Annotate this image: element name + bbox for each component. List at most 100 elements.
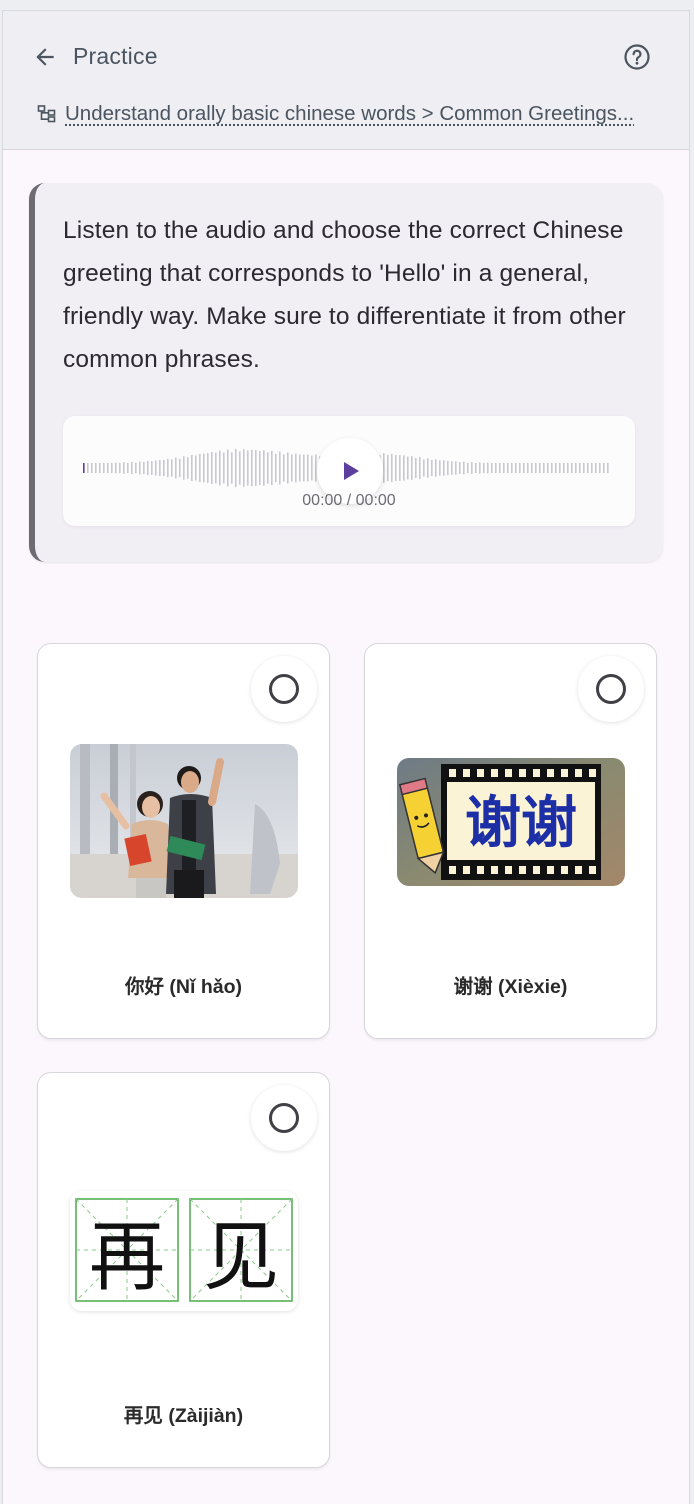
waveform-bar [195, 455, 197, 481]
radio-button[interactable] [251, 1085, 317, 1151]
waveform-bar [439, 460, 441, 476]
waveform-bar [259, 450, 261, 486]
waveform-bar [455, 461, 457, 475]
waveform-bar [551, 463, 553, 473]
waveform-bar [243, 449, 245, 487]
waveform-bar [539, 463, 541, 473]
breadcrumb: Understand orally basic chinese words > … [37, 99, 667, 129]
waveform-bar [547, 463, 549, 473]
help-button[interactable] [623, 43, 651, 71]
waveform-bar [451, 461, 453, 475]
waveform-bar [387, 454, 389, 482]
waveform-bar [443, 460, 445, 476]
waveform-bar [467, 462, 469, 474]
waveform-bar [159, 460, 161, 476]
option-card-zai-jian[interactable]: 再 见 再见 (Zàijiàn) [37, 1072, 330, 1468]
waveform-bar [579, 463, 581, 473]
waveform-bar [231, 452, 233, 484]
waveform-bar [303, 454, 305, 482]
waveform-bar [523, 462, 525, 474]
page-title: Practice [73, 43, 158, 69]
waveform-bar [207, 453, 209, 483]
waveform-bar [519, 463, 521, 473]
waveform-bar [143, 461, 145, 475]
radio-button[interactable] [251, 656, 317, 722]
waveform-bar [515, 462, 517, 474]
radio-circle-icon [269, 1103, 299, 1133]
waveform-bar [115, 462, 117, 474]
waveform-bar [479, 462, 481, 474]
waveform-bar [311, 455, 313, 481]
waveform-bar [395, 454, 397, 482]
waveform-bar [459, 462, 461, 474]
breadcrumb-link[interactable]: Understand orally basic chinese words > … [65, 102, 634, 126]
waveform-bar [423, 459, 425, 477]
waveform-bar [155, 460, 157, 476]
waveform-bar [487, 462, 489, 474]
waveform-bar [563, 463, 565, 473]
waveform-bar [163, 459, 165, 477]
option-card-ni-hao[interactable]: 你好 (Nǐ hǎo) [37, 643, 330, 1039]
waveform-bar [183, 456, 185, 480]
play-icon [344, 462, 359, 480]
zaijian-image: 再 见 [70, 1191, 298, 1311]
audio-time: 00:00 / 00:00 [302, 492, 396, 509]
waveform-bar [475, 463, 477, 473]
radio-button[interactable] [578, 656, 644, 722]
waveform-bar [119, 463, 121, 473]
waveform-bar [595, 463, 597, 473]
radio-circle-icon [596, 674, 626, 704]
waveform-bar [507, 462, 509, 474]
waveform-bar [575, 463, 577, 473]
waveform-bar [511, 463, 513, 473]
waveform-bar [127, 463, 129, 473]
waveform-bar [203, 453, 205, 483]
waveform-bar [255, 450, 257, 486]
waveform-bar [427, 458, 429, 478]
waveform-bar [267, 452, 269, 484]
waveform-bar [447, 460, 449, 476]
waveform-bar [415, 457, 417, 479]
waveform-bar [603, 463, 605, 473]
waveform-bar [383, 453, 385, 483]
waveform-bar [263, 450, 265, 486]
back-button[interactable] [29, 41, 61, 73]
waveform-bar [283, 454, 285, 482]
question-card: Listen to the audio and choose the corre… [29, 183, 663, 562]
waveform-bar [491, 463, 493, 473]
waveform-bar [419, 457, 421, 479]
waveform-bar [223, 452, 225, 484]
waveform-bar [307, 454, 309, 482]
waveform-bar [103, 462, 105, 474]
waveform-bar [463, 461, 465, 475]
app-frame: Practice Understand orally basic chinese… [2, 10, 690, 1504]
option-card-xie-xie[interactable]: 谢谢 谢谢 (Xièxie) [364, 643, 657, 1039]
audio-player: 00:00 / 00:00 [63, 416, 635, 526]
option-label: 再见 (Zàijiàn) [123, 1405, 244, 1427]
waveform-bar [87, 462, 89, 474]
waveform-bar [239, 451, 241, 485]
option-label: 你好 (Nǐ hǎo) [125, 976, 242, 998]
waveform-bar [535, 463, 537, 473]
waveform-bar [587, 463, 589, 473]
waveform-bar [483, 463, 485, 473]
waveform-bar [135, 462, 137, 474]
waveform-bar [199, 453, 201, 483]
zaijian-image-char-2: 见 [203, 1212, 279, 1301]
waveform-bar [107, 462, 109, 474]
waveform-bar [391, 453, 393, 483]
waveform-bar [211, 451, 213, 485]
option-label: 谢谢 (Xièxie) [453, 976, 568, 998]
waveform-bar [235, 449, 237, 487]
waveform-bar [407, 456, 409, 480]
waveform-bar [111, 462, 113, 474]
waveform-bar [543, 463, 545, 473]
waveform-bar [295, 453, 297, 483]
xiexie-image: 谢谢 [397, 758, 625, 886]
waveform-bar [435, 459, 437, 477]
waveform-bar [411, 456, 413, 480]
waveform-bar [99, 463, 101, 473]
waveform-bar [431, 459, 433, 477]
waveform-bar [291, 454, 293, 482]
waveform-bar [179, 458, 181, 478]
